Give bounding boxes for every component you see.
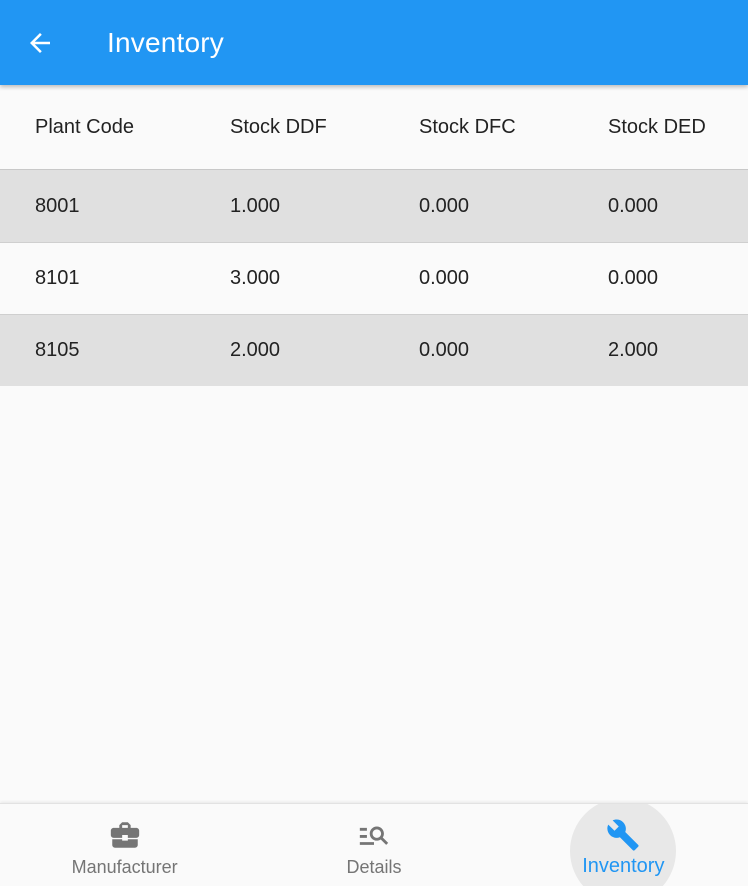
stock-dfc-cell: 0.000: [419, 267, 470, 289]
table-header-row: Plant Code Stock DDF Stock DFC Stock DED: [0, 85, 748, 170]
back-button[interactable]: [12, 15, 68, 71]
stock-dfc-cell: 0.000: [419, 194, 470, 217]
briefcase-icon: [108, 818, 142, 852]
nav-item-inventory[interactable]: Inventory: [499, 804, 748, 886]
stock-ddf-cell: 3.000: [230, 267, 281, 289]
stock-ddf-cell: 1.000: [230, 194, 281, 217]
table-row[interactable]: 8105 2.000 0.000 2.000: [0, 314, 748, 386]
inventory-table: Plant Code Stock DDF Stock DFC Stock DED…: [0, 85, 748, 386]
manage-search-icon: [357, 818, 391, 852]
nav-item-manufacturer[interactable]: Manufacturer: [0, 804, 249, 886]
stock-ded-cell: 0.000: [608, 267, 659, 289]
arrow-back-icon: [30, 32, 50, 53]
app-bar: Inventory: [0, 0, 748, 85]
page-title: Inventory: [107, 26, 224, 58]
nav-label: Manufacturer: [71, 857, 178, 877]
stock-dfc-cell: 0.000: [419, 339, 470, 361]
wrench-icon: [606, 818, 640, 852]
nav-label: Inventory: [582, 855, 665, 877]
plant-code-cell: 8101: [35, 267, 80, 289]
table-row[interactable]: 8001 1.000 0.000 0.000: [0, 170, 748, 242]
plant-code-cell: 8105: [35, 339, 80, 361]
nav-label: Details: [346, 857, 402, 877]
nav-item-details[interactable]: Details: [249, 804, 498, 886]
stock-ded-cell: 0.000: [608, 194, 659, 217]
stock-ddf-cell: 2.000: [230, 339, 281, 361]
column-header-stock-ddf[interactable]: Stock DDF: [230, 116, 327, 139]
table-row[interactable]: 8101 3.000 0.000 0.000: [0, 242, 748, 314]
column-header-stock-ded[interactable]: Stock DED: [608, 116, 706, 139]
column-header-plant-code[interactable]: Plant Code: [35, 116, 134, 139]
bottom-navigation: Manufacturer Details Inventory: [0, 803, 748, 886]
stock-ded-cell: 2.000: [608, 339, 659, 361]
plant-code-cell: 8001: [35, 194, 80, 217]
column-header-stock-dfc[interactable]: Stock DFC: [419, 116, 516, 139]
